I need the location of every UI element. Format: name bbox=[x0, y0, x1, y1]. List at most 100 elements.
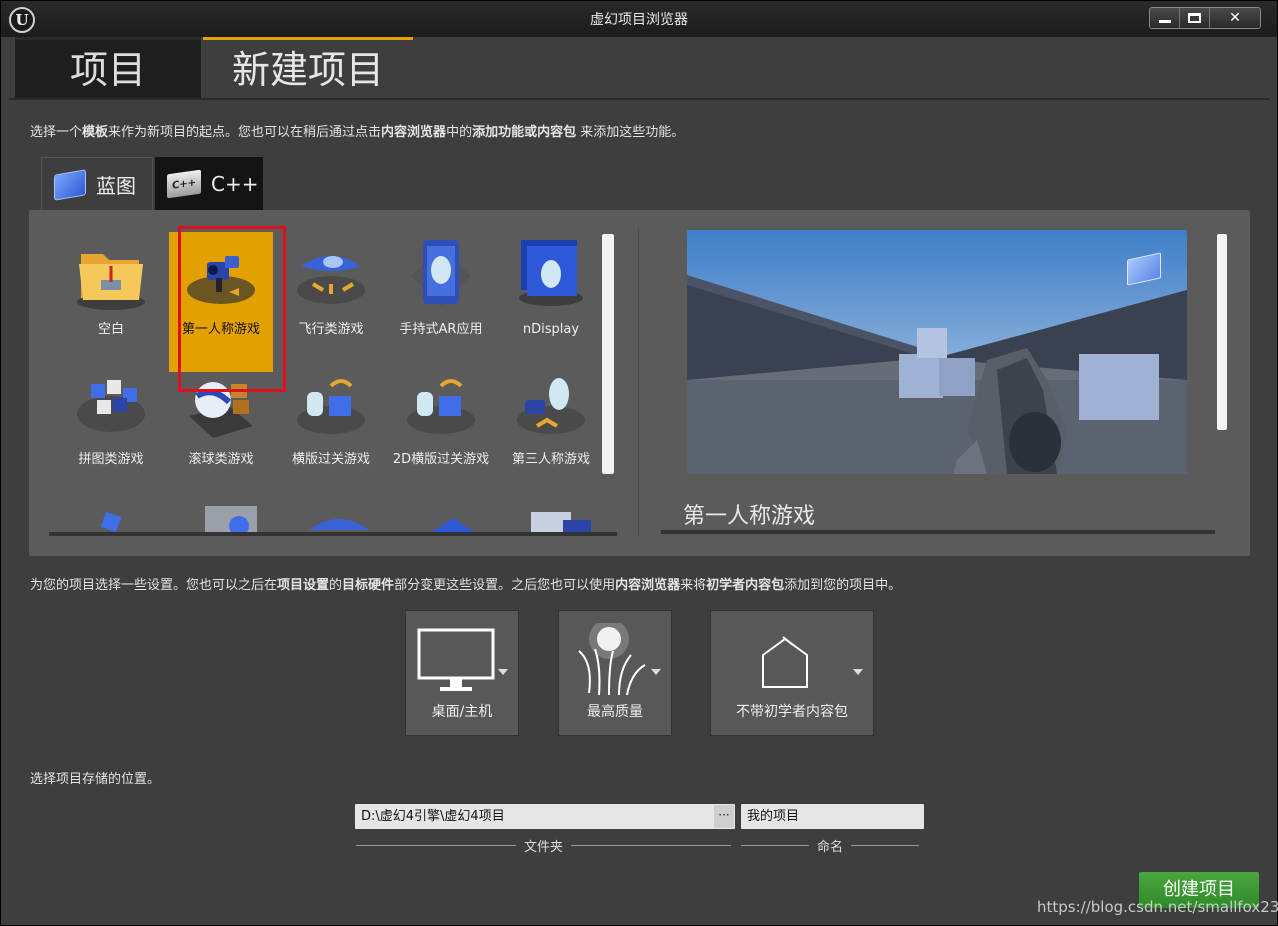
window-controls: ✕ bbox=[1149, 7, 1261, 29]
2d-side-scroller-icon bbox=[407, 379, 475, 434]
partial-template-icon bbox=[531, 512, 591, 534]
watermark: https://blog.csdn.net/smallfox233 bbox=[1037, 898, 1278, 916]
template-preview-image bbox=[687, 230, 1187, 474]
template-puzzle[interactable]: 拼图类游戏 bbox=[59, 362, 163, 502]
name-caption-label: 命名 bbox=[817, 840, 844, 855]
template-2d-side-scroller[interactable]: 2D横版过关游戏 bbox=[389, 362, 493, 502]
settings-text: 的 bbox=[329, 578, 343, 593]
flying-icon bbox=[297, 256, 365, 304]
browse-button[interactable]: ··· bbox=[714, 805, 734, 828]
template-grid: 空白 第一人称游戏 飞行类游戏 手持式AR应用 nDisplay 拼图类游戏 滚… bbox=[49, 222, 617, 534]
folder-caption-label: 文件夹 bbox=[524, 840, 564, 855]
minimize-icon bbox=[1158, 19, 1171, 23]
tab-blueprint[interactable]: 蓝图 bbox=[41, 157, 153, 211]
third-person-icon bbox=[517, 378, 585, 434]
template-flying[interactable]: 飞行类游戏 bbox=[279, 232, 383, 372]
chevron-down-icon bbox=[498, 669, 508, 675]
caption-line bbox=[741, 845, 809, 846]
intro-text: 选择一个 bbox=[30, 125, 83, 140]
tab-blueprint-label: 蓝图 bbox=[96, 174, 136, 198]
minimize-button[interactable] bbox=[1150, 8, 1180, 28]
tab-cpp-label: C++ bbox=[211, 172, 259, 196]
puzzle-icon bbox=[77, 380, 145, 432]
intro-text: 中的 bbox=[446, 125, 473, 140]
partial-template-icon bbox=[100, 511, 122, 533]
project-browser-window: U 虚幻项目浏览器 ✕ 项目 新建项目 选择一个模板来作为新项目的起点。您也可以… bbox=[0, 0, 1278, 926]
caption-line bbox=[356, 845, 516, 846]
preview-bottom-border bbox=[661, 530, 1215, 534]
tab-cpp[interactable]: C++ C++ bbox=[155, 157, 263, 211]
template-label: 2D横版过关游戏 bbox=[392, 452, 490, 467]
location-instructions: 选择项目存储的位置。 bbox=[30, 772, 161, 787]
name-caption: 命名 bbox=[741, 836, 924, 855]
settings-bold-target-hardware: 目标硬件 bbox=[342, 578, 395, 593]
intro-bold-content-browser: 内容浏览器 bbox=[381, 125, 447, 140]
empty-box-icon bbox=[762, 636, 808, 688]
preview-scrollbar[interactable] bbox=[1217, 234, 1227, 430]
template-label: 手持式AR应用 bbox=[399, 322, 483, 337]
intro-bold-add-feature: 添加功能或内容包 bbox=[472, 125, 577, 140]
settings-text: 为您的项目选择一些设置。您也可以之后在 bbox=[30, 578, 278, 593]
setting-quality[interactable]: 最高质量 bbox=[558, 610, 672, 736]
blueprint-icon bbox=[54, 168, 86, 201]
close-icon: ✕ bbox=[1229, 10, 1241, 26]
preview-title: 第一人称游戏 bbox=[683, 504, 816, 529]
title-bar[interactable]: U 虚幻项目浏览器 ✕ bbox=[1, 1, 1277, 37]
tab-new-project[interactable]: 新建项目 bbox=[203, 37, 413, 99]
window-title: 虚幻项目浏览器 bbox=[590, 12, 688, 28]
intro-text: 来作为新项目的起点。您也可以在稍后通过点击 bbox=[108, 125, 382, 140]
cpp-icon: C++ bbox=[167, 169, 201, 199]
partial-template-icon bbox=[309, 519, 369, 530]
template-blank[interactable]: 空白 bbox=[59, 232, 163, 372]
panel-divider bbox=[638, 228, 639, 536]
template-side-scroller[interactable]: 横版过关游戏 bbox=[279, 362, 383, 502]
template-scrollbar[interactable] bbox=[602, 234, 614, 474]
chevron-down-icon bbox=[853, 669, 863, 675]
setting-starter-content[interactable]: 不带初学者内容包 bbox=[710, 610, 874, 736]
template-label: 横版过关游戏 bbox=[291, 452, 370, 467]
selected-template-highlight bbox=[178, 226, 286, 392]
folder-icon bbox=[77, 254, 145, 310]
partial-template-icon bbox=[429, 518, 477, 534]
settings-text: 来将 bbox=[680, 578, 707, 593]
settings-text: 添加到您的项目中。 bbox=[784, 578, 902, 593]
setting-label: 不带初学者内容包 bbox=[736, 704, 848, 720]
setting-target-hardware[interactable]: 桌面/主机 bbox=[405, 610, 519, 736]
tab-projects[interactable]: 项目 bbox=[15, 37, 201, 99]
maximize-button[interactable] bbox=[1180, 8, 1210, 28]
settings-instructions: 为您的项目选择一些设置。您也可以之后在项目设置的目标硬件部分变更这些设置。之后您… bbox=[30, 574, 901, 593]
template-handheld-ar[interactable]: 手持式AR应用 bbox=[389, 232, 493, 372]
template-label: 第三人称游戏 bbox=[511, 452, 590, 467]
tab-divider bbox=[9, 98, 1269, 100]
close-button[interactable]: ✕ bbox=[1210, 8, 1260, 28]
folder-path-input[interactable]: D:\虚幻4引擎\虚幻4项目 bbox=[355, 804, 735, 829]
chevron-down-icon bbox=[651, 669, 661, 675]
template-label: nDisplay bbox=[522, 322, 580, 337]
settings-bold-content-browser: 内容浏览器 bbox=[615, 578, 681, 593]
folder-caption: 文件夹 bbox=[356, 836, 735, 855]
settings-bold-starter-content: 初学者内容包 bbox=[706, 578, 785, 593]
caption-line bbox=[571, 845, 732, 846]
ar-icon bbox=[411, 240, 471, 306]
template-instructions: 选择一个模板来作为新项目的起点。您也可以在稍后通过点击内容浏览器中的添加功能或内… bbox=[30, 121, 684, 140]
template-label: 飞行类游戏 bbox=[298, 322, 364, 337]
grid-bottom-border bbox=[49, 532, 617, 536]
template-ndisplay[interactable]: nDisplay bbox=[499, 232, 603, 372]
partial-template-icon bbox=[205, 506, 257, 534]
template-label: 拼图类游戏 bbox=[78, 452, 144, 467]
intro-text: 来添加这些功能。 bbox=[576, 125, 685, 140]
setting-label: 桌面/主机 bbox=[431, 704, 493, 720]
settings-bold-project-settings: 项目设置 bbox=[277, 578, 330, 593]
setting-label: 最高质量 bbox=[587, 704, 643, 720]
intro-bold-template: 模板 bbox=[82, 125, 109, 140]
monitor-icon bbox=[417, 628, 495, 691]
project-name-input[interactable]: 我的项目 bbox=[741, 804, 924, 829]
maximize-icon bbox=[1188, 13, 1201, 23]
side-scroller-icon bbox=[297, 379, 365, 434]
template-third-person[interactable]: 第三人称游戏 bbox=[499, 362, 603, 502]
settings-text: 部分变更这些设置。之后您也可以使用 bbox=[394, 578, 616, 593]
preview-scene bbox=[687, 230, 1187, 474]
template-panel: 空白 第一人称游戏 飞行类游戏 手持式AR应用 nDisplay 拼图类游戏 滚… bbox=[29, 210, 1250, 556]
ndisplay-icon bbox=[519, 240, 583, 306]
template-label: 空白 bbox=[97, 322, 124, 337]
